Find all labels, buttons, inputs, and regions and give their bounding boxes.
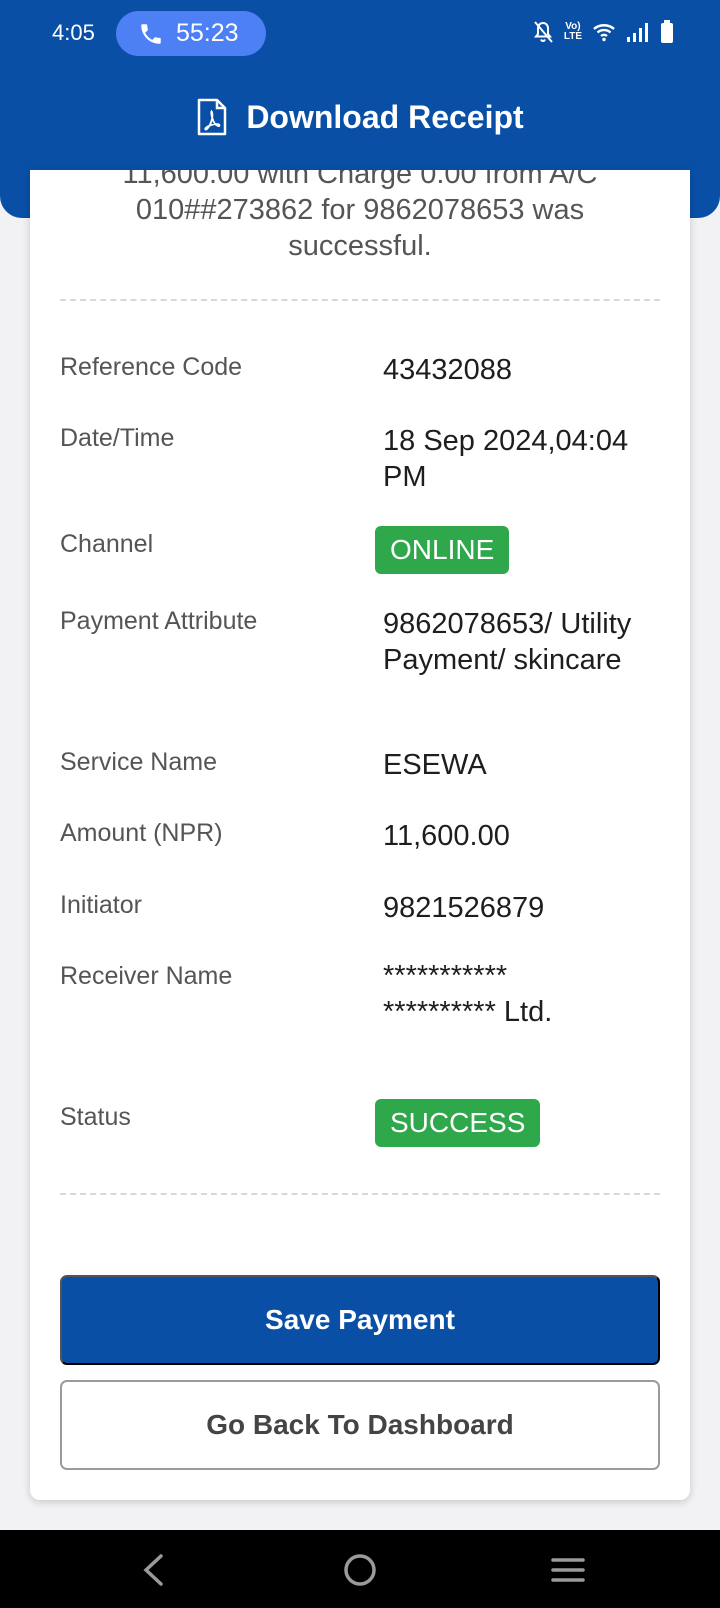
recents-icon	[551, 1558, 585, 1582]
lte-label: LTE	[563, 31, 582, 42]
channel-label: Channel	[60, 530, 154, 558]
battery-icon	[661, 20, 673, 43]
status-icons: Vo) LTE	[532, 20, 674, 44]
service-name-label: Service Name	[60, 748, 217, 776]
status-label: Status	[60, 1103, 131, 1131]
amount-label: Amount (NPR)	[60, 819, 223, 847]
receiver-name-value: *********** ********** Ltd.	[383, 960, 553, 1028]
payment-attribute-value: 9862078653/ Utility Payment/ skincare	[383, 608, 632, 676]
initiator-value: 9821526879	[383, 892, 545, 924]
signal-icon	[627, 23, 648, 42]
save-payment-button[interactable]: Save Payment	[60, 1275, 660, 1365]
channel-badge: ONLINE	[375, 526, 510, 574]
pdf-file-icon	[198, 98, 227, 136]
status-badge: SUCCESS	[375, 1099, 541, 1147]
nav-back-button[interactable]	[131, 1550, 175, 1590]
divider-top	[60, 299, 660, 301]
system-nav-bar	[0, 1530, 720, 1608]
status-time: 4:05	[52, 20, 95, 45]
volte-icon: Vo) LTE	[564, 22, 582, 42]
initiator-label: Initiator	[60, 891, 142, 919]
download-receipt-action[interactable]: Download Receipt	[0, 98, 720, 136]
date-time-label: Date/Time	[60, 424, 175, 452]
mute-notifications-icon	[533, 21, 553, 43]
amount-value: 11,600.00	[383, 820, 510, 852]
ongoing-call-pill[interactable]: 55:23	[116, 11, 266, 56]
date-time-value: 18 Sep 2024,04:04 PM	[383, 425, 629, 493]
go-back-to-dashboard-button[interactable]: Go Back To Dashboard	[60, 1380, 660, 1470]
reference-code-label: Reference Code	[60, 353, 243, 381]
nav-home-button[interactable]	[338, 1550, 382, 1590]
divider-bottom	[60, 1193, 660, 1195]
reference-code-value: 43432088	[383, 354, 513, 386]
service-name-value: ESEWA	[383, 749, 487, 781]
call-timer: 55:23	[176, 19, 239, 47]
home-icon	[344, 1554, 376, 1586]
status-bar: 4:05 55:23 Vo) LTE	[0, 0, 720, 68]
transaction-message: 11,600.00 with Charge 0.00 from A/C 010#…	[122, 170, 598, 262]
page-title: Download Receipt	[246, 98, 524, 135]
wifi-icon	[593, 24, 615, 42]
phone-icon	[141, 23, 161, 44]
receipt-card: 11,600.00 with Charge 0.00 from A/C 010#…	[30, 170, 690, 1500]
back-icon	[143, 1554, 163, 1586]
receiver-name-label: Receiver Name	[60, 962, 233, 990]
nav-recents-button[interactable]	[546, 1550, 590, 1590]
payment-attribute-label: Payment Attribute	[60, 607, 258, 635]
